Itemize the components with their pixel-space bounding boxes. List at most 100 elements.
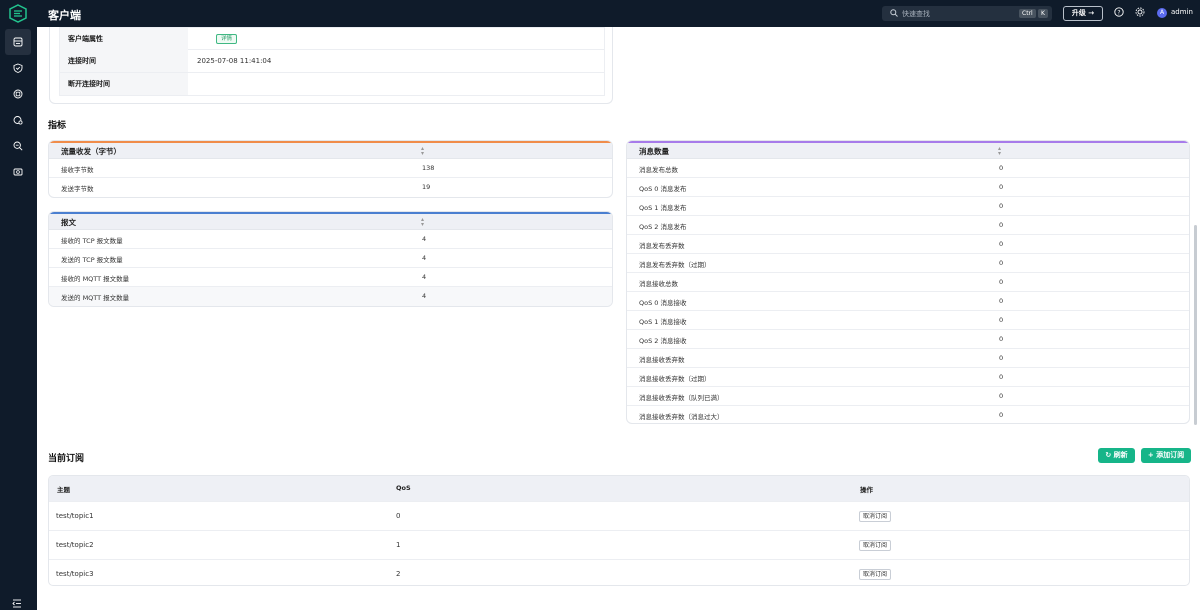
packets-card: 报文 ▴ ▾ 接收的 TCP 报文数量 4 发送的 TCP 报文数量 4 接收的 … xyxy=(48,211,613,307)
table-row: 发送字节数 19 xyxy=(49,178,612,197)
refresh-button[interactable]: ↻ 刷新 xyxy=(1098,448,1135,463)
sort-icon[interactable]: ▴ ▾ xyxy=(421,146,424,157)
metric-label: 消息发布总数 xyxy=(639,166,678,174)
table-row: 接收的 TCP 报文数量 4 xyxy=(49,230,612,249)
metric-label: 消息接收丢弃数（队列已满） xyxy=(639,394,724,402)
metric-value: 0 xyxy=(999,183,1004,191)
upgrade-button[interactable]: 升级 → xyxy=(1063,6,1103,21)
add-subscription-label: 添加订阅 xyxy=(1156,451,1185,459)
metric-value: 0 xyxy=(999,240,1004,248)
scrollbar[interactable] xyxy=(1194,225,1197,425)
qos-cell: 0 xyxy=(396,512,401,520)
metric-value: 4 xyxy=(422,273,427,281)
collapse-sidebar-icon[interactable] xyxy=(12,599,22,608)
avatar[interactable]: A xyxy=(1157,8,1167,18)
metric-label: QoS 2 消息接收 xyxy=(639,337,687,345)
sidebar-item-rules[interactable] xyxy=(5,81,31,107)
svg-text:?: ? xyxy=(1117,9,1120,16)
metric-label: 消息发布丢弃数 xyxy=(639,242,685,250)
metric-label: QoS 1 消息接收 xyxy=(639,318,687,326)
info-row-connected-at: 连接时间 2025-07-08 11:41:04 xyxy=(59,50,605,73)
search-input[interactable]: 快速查找 Ctrl K xyxy=(882,6,1052,21)
metric-value: 19 xyxy=(422,183,431,191)
metric-label: 接收的 MQTT 报文数量 xyxy=(61,275,130,283)
sort-icon[interactable]: ▴ ▾ xyxy=(998,146,1001,157)
table-header: 消息数量 ▴ ▾ xyxy=(627,143,1189,159)
info-row-disconnected-at: 断开连接时间 xyxy=(59,73,605,96)
subscriptions-table: 主题 QoS 操作 test/topic1 0 取消订阅 test/topic2… xyxy=(48,475,1190,586)
table-row: test/topic3 2 取消订阅 xyxy=(49,559,1189,585)
rule-icon xyxy=(13,89,23,99)
sidebar-item-management[interactable] xyxy=(5,159,31,185)
help-icon[interactable]: ? xyxy=(1114,7,1124,17)
unsubscribe-button[interactable]: 取消订阅 xyxy=(859,569,892,580)
management-icon xyxy=(13,168,23,176)
table-row: QoS 1 消息接收 0 xyxy=(627,311,1189,330)
info-label: 连接时间 xyxy=(60,50,188,72)
metric-label: QoS 1 消息发布 xyxy=(639,204,687,212)
metric-label: 消息接收丢弃数（过期） xyxy=(639,375,711,383)
table-row: 发送的 TCP 报文数量 4 xyxy=(49,249,612,268)
table-row: test/topic1 0 取消订阅 xyxy=(49,501,1189,530)
metric-label: QoS 2 消息发布 xyxy=(639,223,687,231)
sidebar-item-integration[interactable] xyxy=(5,107,31,133)
messages-card: 消息数量 ▴ ▾ 消息发布总数 0 QoS 0 消息发布 0 QoS 1 消息发布 0 QoS… xyxy=(626,140,1190,424)
table-row: 消息接收丢弃数（队列已满） 0 xyxy=(627,387,1189,406)
metrics-title: 指标 xyxy=(48,121,67,131)
column-qos: QoS xyxy=(396,484,411,492)
table-row: QoS 1 消息发布 0 xyxy=(627,197,1189,216)
topic-cell: test/topic2 xyxy=(56,541,94,549)
metric-value: 0 xyxy=(999,411,1004,419)
topic-cell: test/topic3 xyxy=(56,570,94,578)
sidebar-item-access-control[interactable] xyxy=(5,55,31,81)
table-header: 主题 QoS 操作 xyxy=(49,476,1189,501)
kbd-ctrl: Ctrl xyxy=(1019,9,1036,18)
metric-label: 发送的 MQTT 报文数量 xyxy=(61,294,130,302)
messages-title: 消息数量 xyxy=(639,147,669,156)
unsubscribe-button[interactable]: 取消订阅 xyxy=(859,511,892,522)
metric-value: 0 xyxy=(999,278,1004,286)
table-header: 流量收发（字节） ▴ ▾ xyxy=(49,143,612,159)
metric-label: 消息发布丢弃数（过期） xyxy=(639,261,711,269)
unsubscribe-button[interactable]: 取消订阅 xyxy=(859,540,892,551)
table-row: 消息接收丢弃数 0 xyxy=(627,349,1189,368)
table-row: 消息发布丢弃数（过期） 0 xyxy=(627,254,1189,273)
user-name[interactable]: admin xyxy=(1171,8,1193,16)
column-topic: 主题 xyxy=(57,486,70,494)
traffic-card: 流量收发（字节） ▴ ▾ 接收字节数 138 发送字节数 19 xyxy=(48,140,613,198)
emqx-logo-icon[interactable] xyxy=(9,4,27,23)
metric-value: 138 xyxy=(422,164,435,172)
integration-icon xyxy=(13,116,23,125)
metric-label: 消息接收丢弃数 xyxy=(639,356,685,364)
table-row: 发送的 MQTT 报文数量 4 xyxy=(49,287,612,306)
add-subscription-button[interactable]: + 添加订阅 xyxy=(1141,448,1191,463)
page-title: 客户端 xyxy=(48,9,81,22)
metric-value: 0 xyxy=(999,221,1004,229)
metric-value: 0 xyxy=(999,297,1004,305)
details-tag[interactable]: 详情 xyxy=(216,34,238,44)
metric-value: 0 xyxy=(999,164,1004,172)
table-row: QoS 0 消息发布 0 xyxy=(627,178,1189,197)
metric-value: 0 xyxy=(999,335,1004,343)
settings-gear-icon[interactable] xyxy=(1135,7,1145,17)
sidebar-item-diagnose[interactable] xyxy=(5,133,31,159)
info-row-properties: 客户端属性 详情 xyxy=(59,27,605,50)
main-content: 客户端属性 详情 连接时间 2025-07-08 11:41:04 断开连接时间… xyxy=(37,27,1200,610)
search-icon xyxy=(890,9,898,17)
traffic-title: 流量收发（字节） xyxy=(61,147,121,156)
metric-value: 4 xyxy=(422,292,427,300)
sidebar-item-clients[interactable] xyxy=(5,29,31,55)
shield-icon xyxy=(13,63,23,73)
metric-label: QoS 0 消息发布 xyxy=(639,185,687,193)
column-actions: 操作 xyxy=(860,486,873,494)
qos-cell: 2 xyxy=(396,570,401,578)
table-header: 报文 ▴ ▾ xyxy=(49,214,612,230)
metric-label: 消息接收丢弃数（消息过大） xyxy=(639,413,724,421)
metric-value: 4 xyxy=(422,254,427,262)
table-row: 消息接收总数 0 xyxy=(627,273,1189,292)
qos-cell: 1 xyxy=(396,541,401,549)
plus-icon: + xyxy=(1147,451,1154,459)
metric-value: 0 xyxy=(999,354,1004,362)
sort-icon[interactable]: ▴ ▾ xyxy=(421,217,424,228)
metric-label: 发送的 TCP 报文数量 xyxy=(61,256,123,264)
